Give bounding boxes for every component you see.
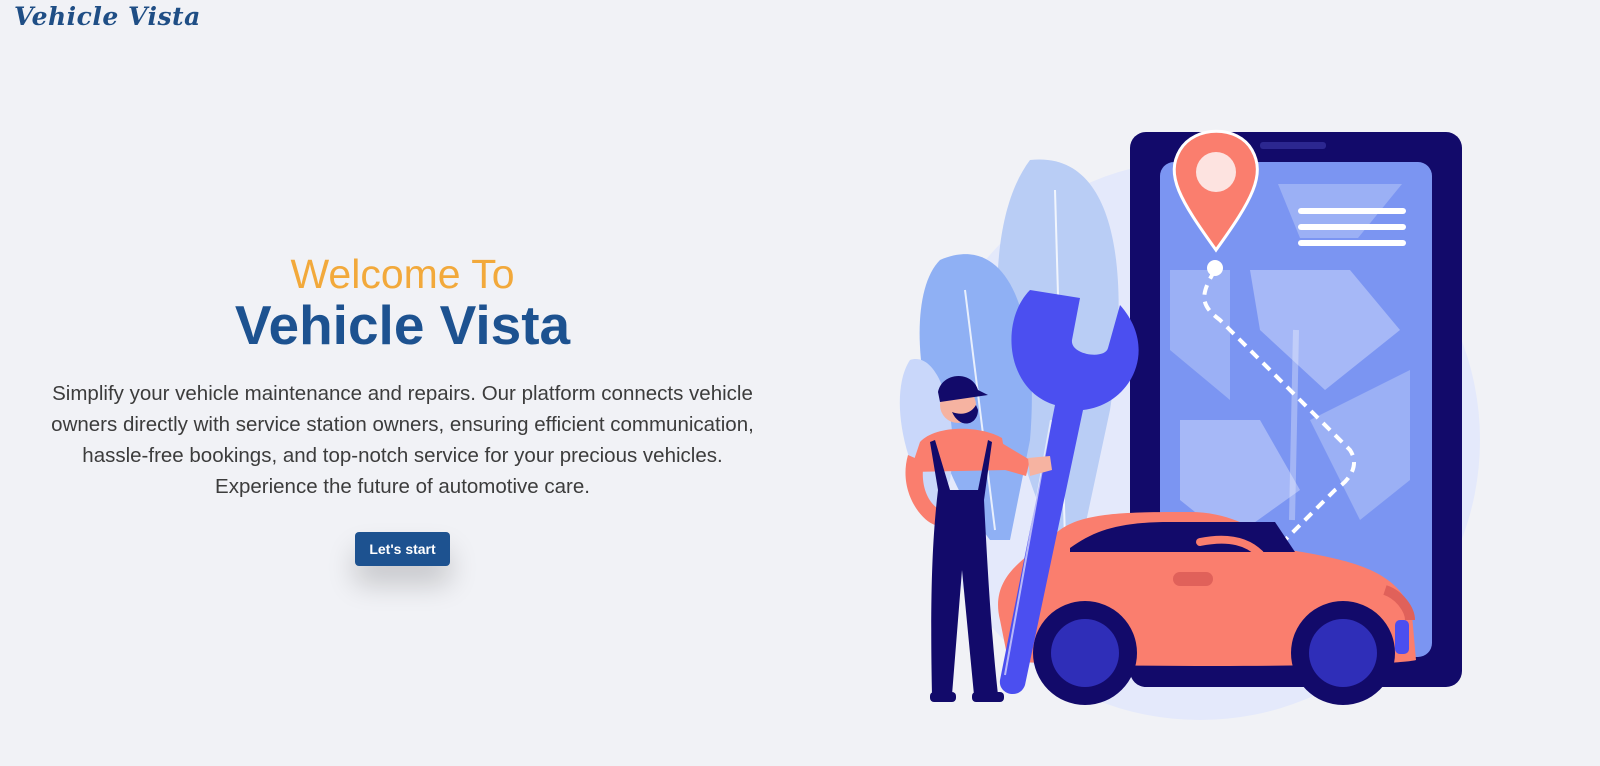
welcome-heading: Welcome To xyxy=(290,251,515,297)
brand-logo[interactable]: Vehicle Vista xyxy=(14,2,201,31)
hero-illustration xyxy=(899,129,1480,720)
lets-start-button[interactable]: Let's start xyxy=(355,532,450,566)
hero-description: Simplify your vehicle maintenance and re… xyxy=(51,382,754,498)
hero-section: Welcome To Vehicle Vista Simplify your v… xyxy=(40,250,765,566)
hero-title: Vehicle Vista xyxy=(234,294,571,356)
